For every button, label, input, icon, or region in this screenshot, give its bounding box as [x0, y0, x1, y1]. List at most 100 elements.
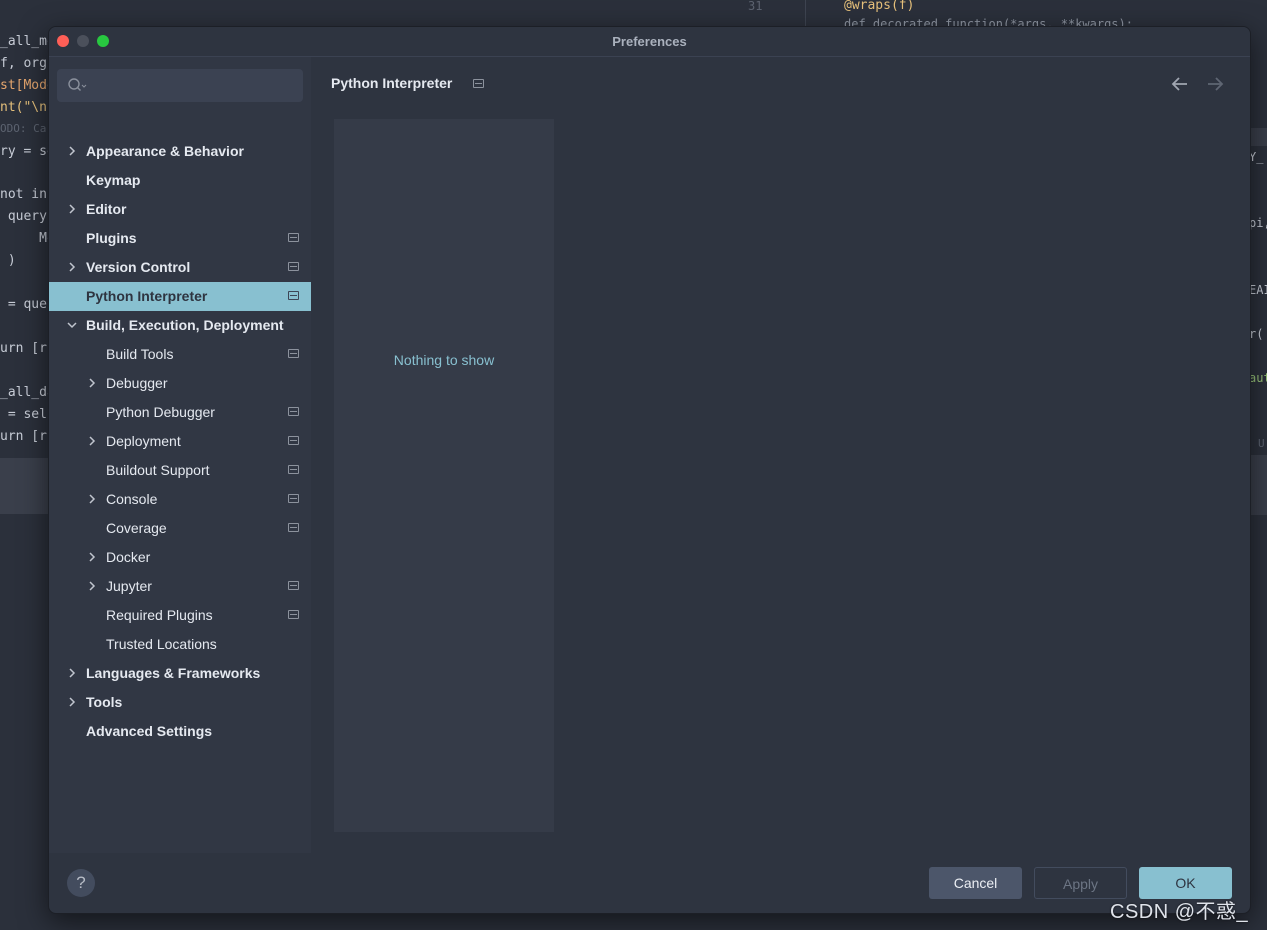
sidebar-item-label: Python Interpreter	[86, 288, 208, 304]
sidebar-item-label: Tools	[86, 694, 123, 710]
project-scope-icon	[288, 436, 299, 445]
project-scope-icon	[288, 262, 299, 271]
watermark: CSDN @不惑_	[1110, 901, 1249, 923]
sidebar-item-editor[interactable]: Editor	[49, 195, 311, 224]
code-line: urn [r	[0, 429, 47, 444]
sidebar-item-console[interactable]: Console	[49, 485, 311, 514]
sidebar-item-docker[interactable]: Docker	[49, 543, 311, 572]
project-scope-icon	[288, 581, 299, 590]
code-line: Mo	[0, 231, 55, 246]
sidebar-item-build-execution-deployment[interactable]: Build, Execution, Deployment	[49, 311, 311, 340]
gutter-divider	[805, 0, 806, 26]
chevron-right-icon[interactable]	[85, 376, 99, 390]
chevron-right-icon[interactable]	[85, 434, 99, 448]
chevron-right-icon[interactable]	[85, 550, 99, 564]
cancel-button[interactable]: Cancel	[929, 867, 1022, 899]
project-scope-icon	[288, 407, 299, 416]
sidebar-item-required-plugins[interactable]: Required Plugins	[49, 601, 311, 630]
sidebar-item-label: Coverage	[106, 520, 167, 536]
project-scope-icon	[473, 79, 484, 88]
sidebar-item-jupyter[interactable]: Jupyter	[49, 572, 311, 601]
sidebar-item-languages-frameworks[interactable]: Languages & Frameworks	[49, 659, 311, 688]
sidebar-item-keymap[interactable]: Keymap	[49, 166, 311, 195]
editor-status-strip	[1249, 455, 1267, 515]
code-line: ODO: Ca	[0, 122, 47, 135]
code-line: @wraps(f)	[844, 0, 915, 13]
sidebar-item-advanced-settings[interactable]: Advanced Settings	[49, 717, 311, 746]
sidebar-item-build-tools[interactable]: Build Tools	[49, 340, 311, 369]
code-line: Y_	[1249, 150, 1264, 164]
project-scope-icon	[288, 291, 299, 300]
code-line: _all_da	[0, 385, 55, 400]
back-arrow-icon[interactable]	[1169, 75, 1191, 93]
code-line: urn [r	[0, 341, 47, 356]
sidebar-item-label: Deployment	[106, 433, 181, 449]
project-scope-icon	[288, 233, 299, 242]
sidebar-item-buildout-support[interactable]: Buildout Support	[49, 456, 311, 485]
chevron-right-icon[interactable]	[65, 202, 79, 216]
settings-sidebar: Appearance & Behavior Keymap Editor Plugins…	[49, 57, 311, 853]
sidebar-item-python-interpreter[interactable]: Python Interpreter	[49, 282, 311, 311]
code-line: pi,	[1249, 216, 1267, 230]
sidebar-item-label: Advanced Settings	[86, 723, 213, 739]
chevron-right-icon[interactable]	[85, 579, 99, 593]
project-scope-icon	[288, 610, 299, 619]
sidebar-item-deployment[interactable]: Deployment	[49, 427, 311, 456]
sidebar-item-label: Jupyter	[106, 578, 152, 594]
sidebar-item-tools[interactable]: Tools	[49, 688, 311, 717]
preferences-dialog: Preferences Appearance & Behavior Keymap E…	[48, 26, 1251, 914]
code-line: EAI	[1249, 283, 1267, 297]
sidebar-item-label: Build Tools	[106, 346, 174, 362]
code-line: = quer	[0, 297, 55, 312]
sidebar-item-version-control[interactable]: Version Control	[49, 253, 311, 282]
sidebar-item-python-debugger[interactable]: Python Debugger	[49, 398, 311, 427]
sidebar-item-label: Required Plugins	[106, 607, 213, 623]
editor-status-strip	[1249, 128, 1267, 146]
search-icon	[68, 78, 87, 91]
project-scope-icon	[288, 465, 299, 474]
code-line: U	[1258, 437, 1265, 450]
sidebar-item-label: Plugins	[86, 230, 137, 246]
sidebar-item-label: Trusted Locations	[106, 636, 217, 652]
editor-status-strip	[0, 458, 48, 514]
sidebar-item-debugger[interactable]: Debugger	[49, 369, 311, 398]
chevron-right-icon[interactable]	[65, 666, 79, 680]
code-line: _all_mo	[0, 34, 55, 49]
project-scope-icon	[288, 349, 299, 358]
sidebar-item-label: Version Control	[86, 259, 191, 275]
code-line: r(	[1249, 327, 1264, 341]
sidebar-item-label: Console	[106, 491, 158, 507]
sidebar-item-coverage[interactable]: Coverage	[49, 514, 311, 543]
dialog-title: Preferences	[612, 34, 687, 49]
code-line: f, org	[0, 56, 47, 71]
forward-arrow-icon[interactable]	[1204, 75, 1226, 93]
chevron-right-icon[interactable]	[85, 492, 99, 506]
page-title: Python Interpreter	[331, 75, 453, 91]
line-number: 31	[748, 0, 763, 13]
sidebar-item-appearance-behavior[interactable]: Appearance & Behavior	[49, 137, 311, 166]
chevron-right-icon[interactable]	[65, 695, 79, 709]
sidebar-item-trusted-locations[interactable]: Trusted Locations	[49, 630, 311, 659]
sidebar-item-label: Build, Execution, Deployment	[86, 317, 284, 333]
code-line: not in	[0, 187, 47, 202]
help-button[interactable]: ?	[67, 869, 95, 897]
code-line: ry = se	[0, 144, 55, 159]
sidebar-item-label: Keymap	[86, 172, 141, 188]
interpreter-list[interactable]: Nothing to show	[334, 119, 554, 832]
sidebar-item-plugins[interactable]: Plugins	[49, 224, 311, 253]
code-line: query	[0, 209, 47, 224]
sidebar-item-label: Editor	[86, 201, 127, 217]
project-scope-icon	[288, 494, 299, 503]
empty-state-text: Nothing to show	[393, 352, 495, 368]
sidebar-item-label: Buildout Support	[106, 462, 210, 478]
chevron-down-icon[interactable]	[65, 318, 79, 332]
code-line: = self	[0, 407, 55, 422]
sidebar-item-label: Docker	[106, 549, 151, 565]
chevron-right-icon[interactable]	[65, 144, 79, 158]
sidebar-item-label: Languages & Frameworks	[86, 665, 261, 681]
settings-search-input[interactable]	[57, 69, 303, 102]
code-line: aut	[1249, 371, 1267, 385]
code-line: )	[0, 253, 16, 268]
sidebar-item-label: Debugger	[106, 375, 168, 391]
chevron-right-icon[interactable]	[65, 260, 79, 274]
